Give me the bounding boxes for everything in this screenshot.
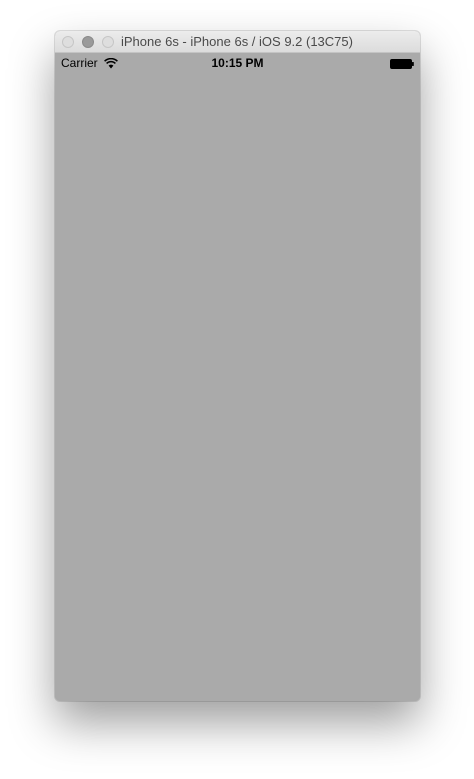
ios-status-bar: Carrier 10:15 PM bbox=[55, 53, 420, 73]
battery-icon bbox=[390, 59, 414, 69]
close-window-button[interactable] bbox=[62, 36, 74, 48]
app-screen[interactable] bbox=[55, 73, 420, 701]
simulator-window: iPhone 6s - iPhone 6s / iOS 9.2 (13C75) … bbox=[55, 31, 420, 701]
zoom-window-button[interactable] bbox=[102, 36, 114, 48]
window-titlebar[interactable]: iPhone 6s - iPhone 6s / iOS 9.2 (13C75) bbox=[55, 31, 420, 53]
window-title: iPhone 6s - iPhone 6s / iOS 9.2 (13C75) bbox=[121, 34, 353, 49]
minimize-window-button[interactable] bbox=[82, 36, 94, 48]
status-time: 10:15 PM bbox=[211, 56, 264, 70]
